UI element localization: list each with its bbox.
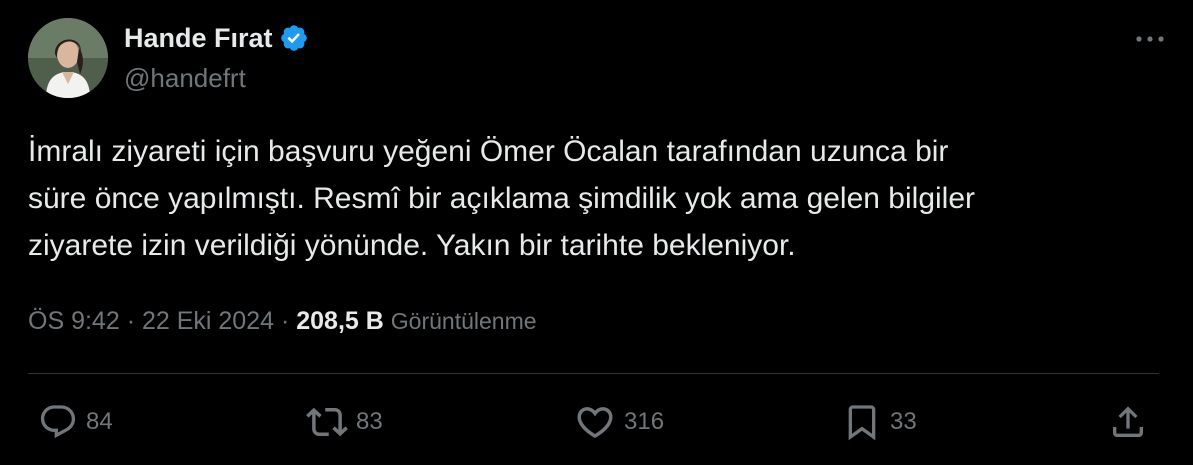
views-count: 208,5 B <box>296 307 384 335</box>
views-label: Görüntülenme <box>390 308 537 334</box>
display-name[interactable]: Hande Fırat <box>124 22 273 54</box>
retweet-button[interactable]: 83 <box>306 396 383 448</box>
divider <box>28 373 1159 374</box>
tweet-text: İmralı ziyareti için başvuru yeğeni Ömer… <box>28 135 976 262</box>
bookmark-button[interactable]: 33 <box>842 396 917 448</box>
like-button[interactable]: 316 <box>574 396 664 448</box>
share-button[interactable] <box>1108 396 1148 448</box>
tweet-date[interactable]: 22 Eki 2024 <box>142 307 274 335</box>
like-count: 316 <box>624 408 665 435</box>
tweet-meta: ÖS 9:42 · 22 Eki 2024 · 208,5 B Görüntül… <box>28 304 537 338</box>
meta-separator: · <box>126 307 136 335</box>
bookmark-count: 33 <box>890 408 917 435</box>
retweet-icon <box>306 407 348 437</box>
reply-button[interactable]: 84 <box>38 396 113 448</box>
tweet-header: Hande Fırat @handefrt <box>28 18 1165 100</box>
more-options-icon[interactable] <box>1135 34 1165 44</box>
verified-badge-icon[interactable] <box>279 23 309 53</box>
avatar[interactable] <box>28 18 108 98</box>
meta-separator: · <box>280 307 290 335</box>
reply-icon <box>40 405 76 439</box>
name-row: Hande Fırat <box>124 22 309 54</box>
reply-count: 84 <box>86 408 113 435</box>
bookmark-icon <box>848 405 876 441</box>
heart-icon <box>577 407 613 439</box>
profile-photo <box>28 18 108 98</box>
author-handle[interactable]: @handefrt <box>124 62 246 94</box>
share-icon <box>1113 406 1143 437</box>
tweet-time[interactable]: ÖS 9:42 <box>28 307 120 335</box>
action-bar: 84 83 316 33 <box>0 396 1193 448</box>
retweet-count: 83 <box>356 408 383 435</box>
